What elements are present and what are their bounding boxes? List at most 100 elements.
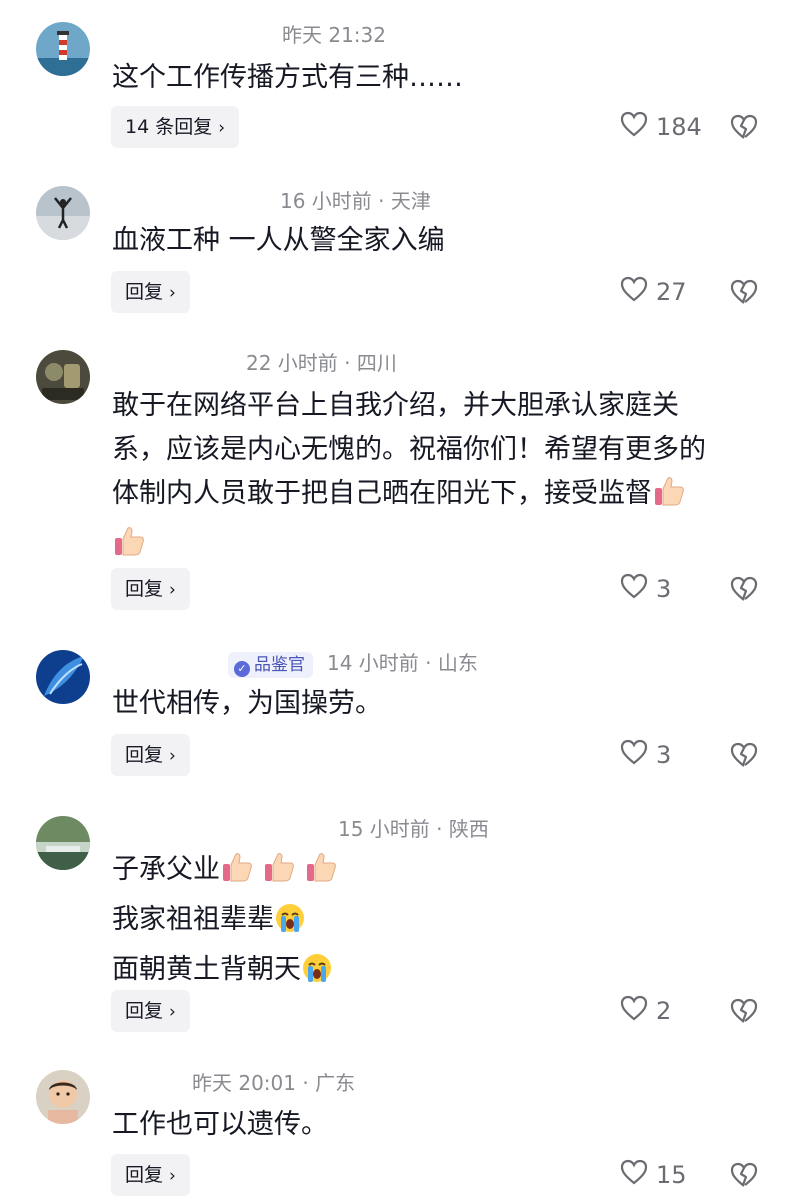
broken-heart-icon (730, 998, 758, 1029)
comment-item: 昨天 20:01 · 广东 工作也可以遗传。 回复 › 15 (0, 1068, 787, 1198)
heart-outline-icon (620, 739, 648, 771)
broken-heart-icon (730, 1162, 758, 1193)
comment-item: ✓ 品鉴官 14 小时前 · 山东 世代相传，为国操劳。 回复 › 3 (0, 648, 787, 778)
comment-feed: 昨天 21:32 这个工作传播方式有三种…… 14 条回复 › 184 16 小时… (0, 0, 787, 1200)
comment-line: 工作也可以遗传。 (112, 1109, 328, 1140)
comment-line-text: 子承父业 (112, 854, 220, 885)
comment-item: 15 小时前 · 陕西 子承父业 我家祖祖辈辈 面朝黄土背朝天 回复 › 2 (0, 814, 787, 1034)
comment-item: 22 小时前 · 四川 敢于在网络平台上自我介绍，并大胆承认家庭关 系，应该是内… (0, 348, 787, 618)
user-avatar[interactable] (36, 1070, 90, 1124)
thumbs-up-emoji (262, 850, 296, 898)
broken-heart-icon (730, 114, 758, 145)
heart-outline-icon (620, 573, 648, 605)
reply-label: 回复 (125, 578, 164, 600)
comment-text: 血液工种 一人从警全家入编 (112, 219, 752, 263)
comment-meta: 15 小时前 · 陕西 (338, 814, 489, 844)
comment-line: 体制内人员敢于把自己晒在阳光下，接受监督 (112, 472, 752, 522)
reply-label: 回复 (125, 281, 164, 303)
dislike-button[interactable] (730, 575, 758, 603)
comment-line-text: 体制内人员敢于把自己晒在阳光下，接受监督 (112, 478, 652, 509)
broken-heart-icon (730, 279, 758, 310)
like-count: 184 (656, 113, 702, 141)
comment-line: 这个工作传播方式有三种…… (112, 62, 463, 93)
like-button[interactable]: 15 (620, 1154, 687, 1196)
chevron-right-icon: › (218, 118, 226, 138)
chevron-right-icon: › (169, 580, 176, 600)
comment-meta: 22 小时前 · 四川 (246, 348, 397, 378)
user-avatar[interactable] (36, 186, 90, 240)
comment-text: 这个工作传播方式有三种…… (112, 56, 752, 100)
heart-outline-icon (620, 995, 648, 1027)
comment-item: 16 小时前 · 天津 血液工种 一人从警全家入编 回复 › 27 (0, 186, 787, 316)
reply-label: 回复 (125, 744, 164, 766)
comment-line: 世代相传，为国操劳。 (112, 688, 382, 719)
comment-line-text: 面朝黄土背朝天 (112, 954, 301, 985)
like-button[interactable]: 3 (620, 568, 671, 610)
dislike-button[interactable] (730, 997, 758, 1025)
reply-button[interactable]: 回复 › (111, 568, 190, 610)
comment-line (112, 522, 752, 572)
dislike-button[interactable] (730, 278, 758, 306)
user-avatar[interactable] (36, 350, 90, 404)
thumbs-up-emoji (112, 524, 146, 572)
comment-meta: 昨天 20:01 · 广东 (192, 1068, 355, 1098)
comment-meta: 16 小时前 · 天津 (280, 186, 431, 216)
like-button[interactable]: 27 (620, 271, 687, 313)
comment-line-text: 我家祖祖辈辈 (112, 904, 274, 935)
reply-label: 回复 (125, 1000, 164, 1022)
user-avatar[interactable] (36, 650, 90, 704)
comment-time: 15 小时前 · 陕西 (338, 817, 489, 841)
loudly-crying-emoji (274, 902, 306, 948)
user-avatar[interactable] (36, 22, 90, 76)
reply-label: 14 条回复 (125, 116, 213, 138)
like-button[interactable]: 184 (620, 106, 702, 148)
reply-button[interactable]: 回复 › (111, 734, 190, 776)
dislike-button[interactable] (730, 113, 758, 141)
broken-heart-icon (730, 576, 758, 607)
comment-item: 昨天 21:32 这个工作传播方式有三种…… 14 条回复 › 184 (0, 20, 787, 150)
comment-time: 昨天 20:01 · 广东 (192, 1071, 356, 1095)
comment-meta: 昨天 21:32 (282, 20, 386, 50)
comment-time: 22 小时前 · 四川 (246, 351, 397, 375)
like-button[interactable]: 2 (620, 990, 671, 1032)
like-count: 3 (656, 575, 672, 603)
comment-line: 血液工种 一人从警全家入编 (112, 225, 445, 256)
comment-line: 敢于在网络平台上自我介绍，并大胆承认家庭关 (112, 390, 679, 421)
comment-line: 我家祖祖辈辈 (112, 898, 752, 948)
comment-time: 16 小时前 · 天津 (280, 189, 431, 213)
dislike-button[interactable] (730, 741, 758, 769)
heart-outline-icon (620, 276, 648, 308)
comment-time: 14 小时前 · 山东 (327, 651, 478, 675)
chevron-right-icon: › (169, 746, 176, 766)
reply-button[interactable]: 回复 › (111, 1154, 190, 1196)
comment-text: 世代相传，为国操劳。 (112, 682, 752, 726)
chevron-right-icon: › (169, 283, 176, 303)
like-count: 3 (656, 741, 672, 769)
broken-heart-icon (730, 742, 758, 773)
loudly-crying-emoji (301, 952, 333, 998)
chevron-right-icon: › (169, 1166, 176, 1186)
view-replies-button[interactable]: 14 条回复 › (111, 106, 240, 148)
verified-badge: ✓ 品鉴官 (228, 651, 313, 678)
thumbs-up-emoji (652, 474, 686, 522)
thumbs-up-emoji (220, 850, 254, 898)
verified-check-icon: ✓ (234, 660, 250, 677)
reply-button[interactable]: 回复 › (111, 990, 190, 1032)
badge-label: 品鉴官 (254, 654, 305, 675)
like-button[interactable]: 3 (620, 734, 671, 776)
like-count: 2 (656, 997, 672, 1025)
comment-text: 子承父业 我家祖祖辈辈 面朝黄土背朝天 (112, 848, 752, 998)
user-avatar[interactable] (36, 816, 90, 870)
heart-outline-icon (620, 1159, 648, 1191)
comment-line: 系，应该是内心无愧的。祝福你们！希望有更多的 (112, 434, 706, 465)
heart-outline-icon (620, 111, 648, 143)
dislike-button[interactable] (730, 1161, 758, 1189)
comment-line: 子承父业 (112, 848, 752, 898)
reply-label: 回复 (125, 1164, 164, 1186)
thumbs-up-emoji (304, 850, 338, 898)
comment-time: 昨天 21:32 (282, 23, 386, 47)
reply-button[interactable]: 回复 › (111, 271, 190, 313)
like-count: 15 (656, 1161, 687, 1189)
like-count: 27 (656, 278, 687, 306)
comment-text: 工作也可以遗传。 (112, 1103, 752, 1147)
